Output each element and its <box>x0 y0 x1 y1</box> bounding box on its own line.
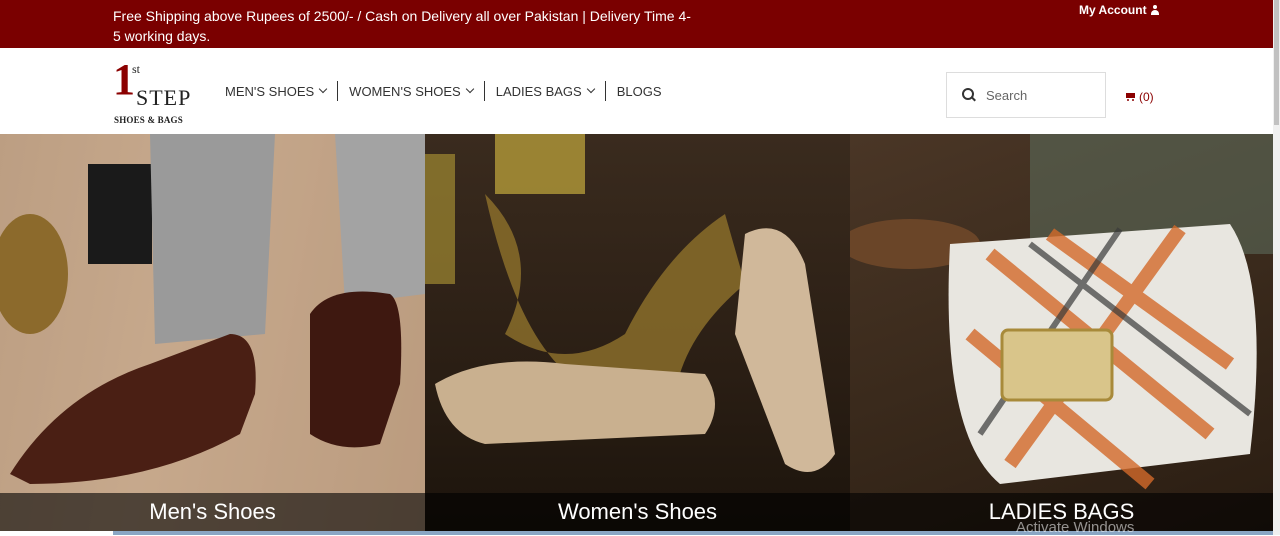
hero-caption: Men's Shoes <box>0 493 425 531</box>
mens-shoes-image <box>0 134 425 531</box>
search-icon[interactable] <box>962 88 976 102</box>
nav-item-label: WOMEN'S SHOES <box>349 83 461 99</box>
mens-trouser-image <box>150 134 275 344</box>
hero-tile-mens-shoes[interactable]: Men's Shoes <box>0 134 425 531</box>
nav-item-label: MEN'S SHOES <box>225 83 315 99</box>
logo-tagline: SHOES & BAGS <box>114 115 183 125</box>
womens-shoe-right-image <box>735 228 835 472</box>
chevron-down-icon <box>586 84 595 94</box>
nav-item-blogs[interactable]: BLOGS <box>606 81 673 101</box>
womens-shoes-image <box>425 134 835 472</box>
bags-clasp-image <box>1000 328 1114 402</box>
chevron-down-icon <box>465 84 474 94</box>
site-logo[interactable]: 1 st STEP SHOES & BAGS <box>113 58 203 128</box>
ladies-bags-image <box>850 134 1273 490</box>
cart-count: (0) <box>1139 90 1154 104</box>
cart-icon <box>1124 92 1136 102</box>
my-account-label: My Account <box>1079 3 1147 17</box>
promo-text: Free Shipping above Rupees of 2500/- / C… <box>113 8 691 44</box>
hero-caption: Women's Shoes <box>425 493 850 531</box>
scrollbar-thumb[interactable] <box>1274 0 1279 125</box>
chevron-down-icon <box>318 84 328 94</box>
search-box <box>946 72 1106 118</box>
womens-candle-image <box>425 154 455 284</box>
logo-suffix: st <box>132 62 141 76</box>
nav-item-label: LADIES BAGS <box>495 83 582 99</box>
hero-tile-ladies-bags[interactable]: LADIES BAGS <box>850 134 1273 531</box>
womens-shoe-left-image <box>435 361 715 444</box>
nav-item-label: BLOGS <box>616 83 662 99</box>
mens-decor-image <box>88 164 152 264</box>
top-announcement-bar: Free Shipping above Rupees of 2500/- / C… <box>0 0 1273 48</box>
page-scrollbar[interactable] <box>1273 0 1280 535</box>
nav-item-womens-shoes[interactable]: WOMEN'S SHOES <box>338 81 484 101</box>
hero-tile-womens-shoes[interactable]: Women's Shoes <box>425 134 850 531</box>
search-input[interactable] <box>986 87 1096 103</box>
nav-item-ladies-bags[interactable]: LADIES BAGS <box>485 81 605 101</box>
site-header: 1 st STEP SHOES & BAGS MEN'S SHOES WOMEN… <box>0 48 1273 134</box>
cart-link[interactable]: (0) <box>1124 90 1154 104</box>
logo-wordmark: STEP <box>136 85 192 110</box>
os-watermark: Activate Windows <box>1016 519 1135 536</box>
my-account-link[interactable]: My Account <box>1079 3 1160 17</box>
user-icon <box>1150 5 1160 15</box>
womens-candle-image <box>495 134 585 194</box>
nav-item-mens-shoes[interactable]: MEN'S SHOES <box>225 81 337 101</box>
mens-trouser-image <box>335 134 425 304</box>
main-nav: MEN'S SHOES WOMEN'S SHOES LADIES BAGS BL… <box>225 81 673 101</box>
